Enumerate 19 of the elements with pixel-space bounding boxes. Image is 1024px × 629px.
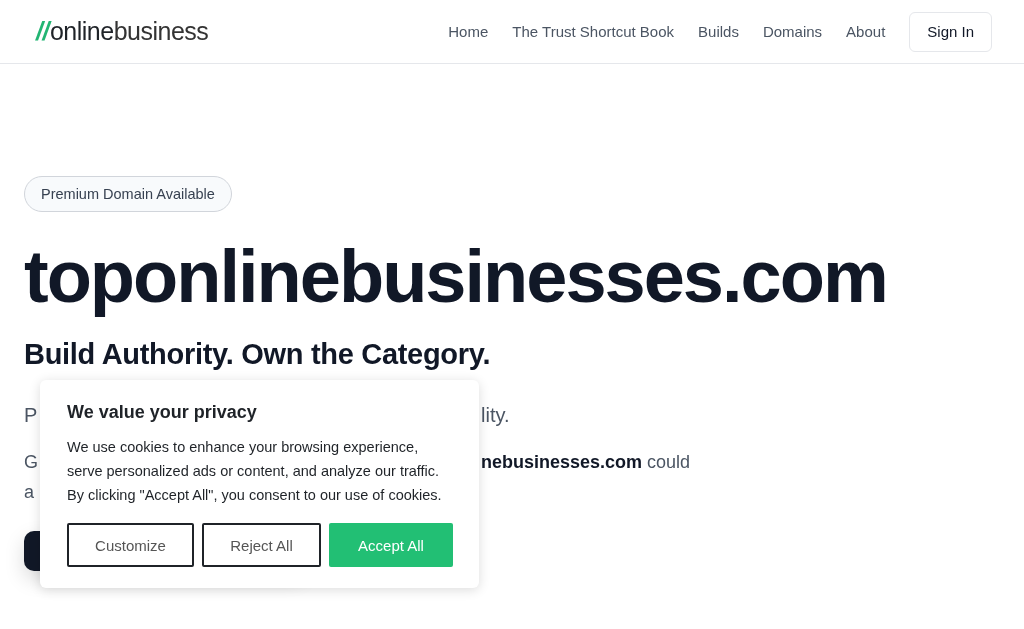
domain-badge: Premium Domain Available: [24, 176, 232, 212]
nav-link[interactable]: Builds: [698, 23, 739, 40]
cookie-button[interactable]: Customize: [67, 523, 194, 567]
cookie-button[interactable]: Reject All: [202, 523, 321, 567]
nav-link[interactable]: The Trust Shortcut Book: [512, 23, 675, 40]
sign-in-button[interactable]: Sign In: [909, 11, 992, 52]
logo[interactable]: //onlinebusiness: [36, 17, 209, 46]
paragraph-text: lity.: [481, 403, 510, 428]
cookie-text: We use cookies to enhance your browsing experience, serve personalized ads or content, and analyze our traffic. By clicking "Accept All", you consent to our use of cookies.: [67, 438, 443, 505]
paragraph-text: P: [24, 403, 38, 428]
paragraph-text: a: [24, 481, 34, 504]
subtitle: Build Authority. Own the Category.: [24, 337, 492, 372]
nav-link[interactable]: Home: [448, 23, 489, 40]
nav-link[interactable]: About: [846, 23, 886, 40]
paragraph-text: G: [24, 451, 38, 474]
cookie-title: We value your privacy: [67, 401, 258, 423]
nav-link[interactable]: Domains: [762, 23, 823, 40]
paragraph-text: nebusinesses.com could: [481, 451, 691, 474]
domain-title: toponlinebusinesses.com: [24, 234, 888, 320]
